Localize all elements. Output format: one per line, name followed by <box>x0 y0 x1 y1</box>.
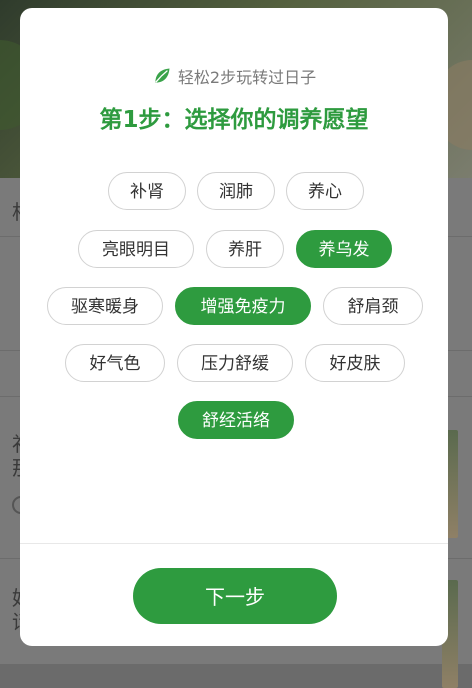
footer-divider <box>20 543 448 544</box>
dialog-title: 第1步：选择你的调养愿望 <box>99 107 369 133</box>
dialog-subtitle: 轻松2步玩转过日子 <box>20 64 448 88</box>
tag-button-selected[interactable]: 养乌发 <box>296 230 392 268</box>
tag-button-selected[interactable]: 舒经活络 <box>178 401 294 439</box>
tag-button[interactable]: 养心 <box>286 172 364 210</box>
tag-button[interactable]: 补肾 <box>108 172 186 210</box>
tag-button[interactable]: 好气色 <box>65 344 165 382</box>
tag-button[interactable]: 压力舒缓 <box>177 344 293 382</box>
tag-button-selected[interactable]: 增强免疫力 <box>175 287 311 325</box>
tag-button[interactable]: 好皮肤 <box>305 344 405 382</box>
next-step-button[interactable]: 下一步 <box>133 568 337 624</box>
wish-selection-dialog: 轻松2步玩转过日子 第1步：选择你的调养愿望 补肾 润肺 养心 亮眼明目 养肝 … <box>20 8 448 646</box>
tag-button[interactable]: 亮眼明目 <box>78 230 194 268</box>
tag-button[interactable]: 舒肩颈 <box>323 287 423 325</box>
subtitle-text: 轻松2步玩转过日子 <box>177 68 317 87</box>
tag-button[interactable]: 润肺 <box>197 172 275 210</box>
tag-button[interactable]: 驱寒暖身 <box>47 287 163 325</box>
tag-button[interactable]: 养肝 <box>206 230 284 268</box>
leaf-icon <box>155 68 170 83</box>
